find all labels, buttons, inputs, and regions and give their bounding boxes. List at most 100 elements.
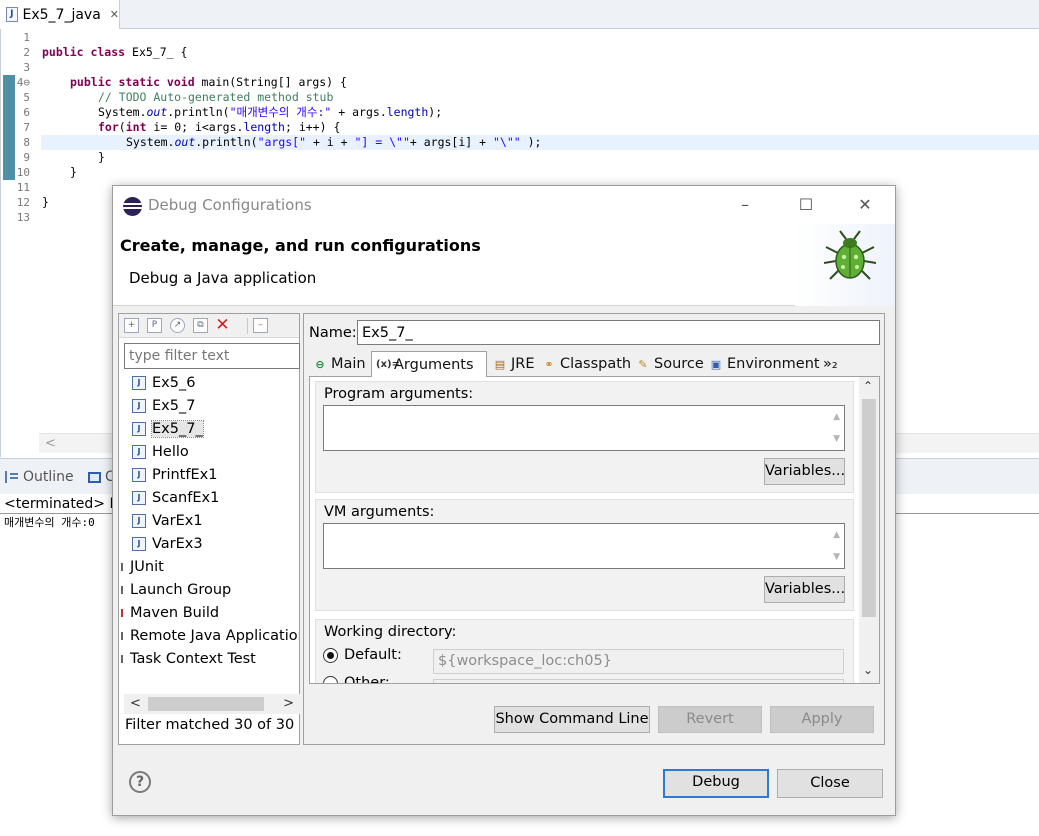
- line-number: 3: [23, 61, 30, 74]
- name-label: Name:: [309, 325, 357, 341]
- debug-button[interactable]: Debug: [663, 769, 769, 798]
- vm-arguments-input[interactable]: ▲ ▼: [323, 523, 845, 569]
- tree-item-configuration[interactable]: J Hello: [132, 441, 189, 463]
- scroll-down-icon[interactable]: ⌄: [863, 663, 873, 677]
- scroll-up-icon[interactable]: ⌃: [863, 379, 873, 393]
- classpath-tab-icon: ⚭: [544, 357, 554, 371]
- tree-item-configuration[interactable]: J PrintfEx1: [132, 464, 217, 486]
- line-number: 1: [23, 31, 30, 44]
- main-tab-icon: ⊖: [315, 357, 325, 371]
- dialog-title: Debug Configurations: [148, 196, 312, 214]
- tree-item-label: Ex5_7_: [151, 420, 204, 438]
- revert-button[interactable]: Revert: [658, 706, 762, 733]
- tree-item-configuration[interactable]: J VarEx3: [132, 533, 203, 555]
- editor-tab-bar: J Ex5_7_java ✕: [0, 0, 1039, 29]
- scroll-down-icon[interactable]: ▼: [833, 552, 840, 562]
- minimize-button[interactable]: –: [725, 193, 765, 217]
- tree-horizontal-scrollbar[interactable]: < >: [124, 694, 300, 714]
- tab-main-label: Main: [331, 356, 366, 372]
- environment-tab-icon: ▣: [710, 357, 722, 371]
- show-command-line-button[interactable]: Show Command Line: [494, 706, 650, 733]
- collapse-all-icon[interactable]: –: [253, 318, 268, 333]
- other-label: Other:: [344, 675, 390, 684]
- scroll-left-icon[interactable]: <: [130, 694, 141, 714]
- default-directory-radio[interactable]: [323, 648, 338, 663]
- close-icon[interactable]: ✕: [110, 8, 119, 21]
- java-application-icon: J: [132, 422, 146, 436]
- tab-classpath[interactable]: ⚭ Classpath: [542, 353, 631, 375]
- java-application-icon: J: [132, 468, 146, 482]
- line-number: 13: [16, 211, 30, 224]
- line-number: 6: [23, 106, 30, 119]
- arguments-tab-icon: (x)=: [376, 359, 400, 370]
- tree-item-label: PrintfEx1: [152, 467, 218, 483]
- filter-input[interactable]: [124, 343, 300, 369]
- line-number: 9: [23, 151, 30, 164]
- arguments-vertical-scrollbar[interactable]: ⌃ ⌄: [859, 377, 879, 683]
- tree-item-configuration[interactable]: J Ex5_7: [132, 395, 195, 417]
- tab-console[interactable]: C: [88, 469, 115, 485]
- scroll-right-icon[interactable]: >: [283, 694, 294, 714]
- tab-arguments-label: Arguments: [394, 356, 474, 373]
- configuration-list-pane: + P ↗ ⧉ ✕ – J Ex5_6 J Ex5_7 J Ex5_7_ J Hello J Pr…: [118, 313, 300, 745]
- java-file-icon: J: [6, 7, 18, 22]
- tree-item-category[interactable]: Launch Group: [120, 579, 231, 601]
- console-output: 매개변수의 개수:0: [4, 516, 95, 529]
- dialog-titlebar[interactable]: Debug Configurations – ☐ ✕: [113, 186, 895, 224]
- tab-overflow[interactable]: »₂: [823, 353, 838, 375]
- tree-item-configuration[interactable]: J ScanfEx1: [132, 487, 219, 509]
- java-application-icon: J: [132, 537, 146, 551]
- tab-jre[interactable]: ▤ JRE: [493, 353, 535, 375]
- configuration-editor-pane: Name: ⊖ Main (x)= Arguments ▤ JRE ⚭ Clas…: [303, 313, 885, 745]
- editor-tab-ex5-7-java[interactable]: J Ex5_7_java ✕: [0, 0, 120, 29]
- tree-item-label: Launch Group: [130, 582, 232, 598]
- delete-icon[interactable]: ✕: [215, 317, 230, 334]
- configuration-tree[interactable]: J Ex5_6 J Ex5_7 J Ex5_7_ J Hello J PrintfEx1 J Scan…: [119, 372, 299, 690]
- vm-variables-button[interactable]: Variables...: [764, 576, 845, 603]
- scroll-up-icon[interactable]: ▲: [833, 530, 840, 540]
- export-configuration-icon[interactable]: ↗: [170, 318, 185, 333]
- vm-arguments-label: VM arguments:: [324, 504, 435, 520]
- maximize-button[interactable]: ☐: [786, 193, 826, 217]
- tab-source[interactable]: ✎ Source: [636, 353, 703, 375]
- tree-item-category[interactable]: Task Context Test: [120, 648, 256, 670]
- name-field[interactable]: [357, 320, 880, 345]
- line-number: 5: [23, 91, 30, 104]
- tree-item-label: Remote Java Application: [130, 628, 299, 644]
- tab-outline[interactable]: Outline: [5, 469, 74, 485]
- scrollbar-thumb[interactable]: [862, 399, 876, 617]
- code-line-8: System.out.println("args[" + i + "] = \"…: [126, 135, 542, 149]
- java-application-icon: J: [132, 445, 146, 459]
- program-arguments-input[interactable]: ▲ ▼: [323, 405, 845, 451]
- scroll-down-icon[interactable]: ▼: [833, 434, 840, 444]
- other-directory-radio[interactable]: [323, 676, 338, 683]
- tree-item-category[interactable]: Maven Build: [120, 602, 219, 624]
- line-numbers: 1 2 3 4⊖ 5 6 7 8 9 10 11 12 13: [15, 29, 39, 449]
- new-prototype-icon[interactable]: P: [147, 318, 162, 333]
- tree-item-category[interactable]: Remote Java Application: [120, 625, 299, 647]
- arguments-panel: Program arguments: ▲ ▼ Variables... VM a…: [309, 376, 880, 684]
- close-window-button[interactable]: ✕: [845, 193, 885, 217]
- duplicate-icon[interactable]: ⧉: [193, 318, 208, 333]
- tab-arguments[interactable]: (x)= Arguments: [371, 351, 487, 377]
- tab-classpath-label: Classpath: [560, 356, 632, 372]
- close-button[interactable]: Close: [777, 769, 883, 798]
- tab-environment[interactable]: ▣ Environment: [709, 353, 820, 375]
- tree-item-configuration[interactable]: J Ex5_7_: [132, 418, 204, 440]
- working-directory-label: Working directory:: [324, 624, 457, 640]
- default-directory-field: ${workspace_loc:ch05}: [433, 649, 844, 674]
- java-application-icon: J: [132, 376, 146, 390]
- program-variables-button[interactable]: Variables...: [764, 458, 845, 485]
- scrollbar-thumb[interactable]: [148, 697, 264, 711]
- tree-item-category[interactable]: JUnit: [120, 556, 164, 578]
- scroll-left-icon[interactable]: <: [45, 434, 56, 454]
- tree-item-configuration[interactable]: J Ex5_6: [132, 372, 195, 394]
- filter-status: Filter matched 30 of 30 items: [125, 717, 297, 733]
- new-configuration-icon[interactable]: +: [124, 318, 139, 333]
- outline-icon: [5, 471, 19, 483]
- scroll-up-icon[interactable]: ▲: [833, 412, 840, 422]
- tab-main[interactable]: ⊖ Main: [313, 353, 366, 375]
- tree-item-configuration[interactable]: J VarEx1: [132, 510, 203, 532]
- help-icon[interactable]: ?: [129, 771, 151, 793]
- apply-button[interactable]: Apply: [770, 706, 874, 733]
